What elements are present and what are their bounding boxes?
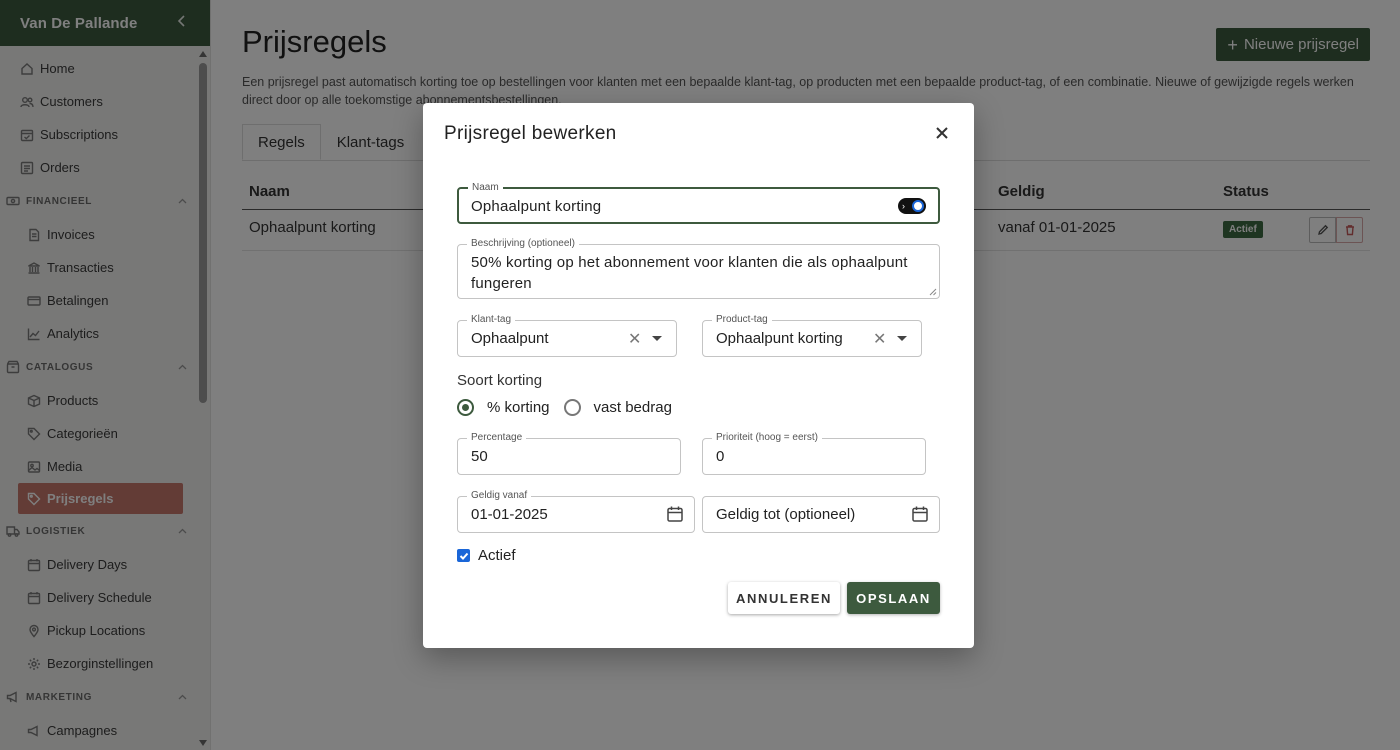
description-field-value: 50% korting op het abonnement voor klant…	[471, 254, 908, 292]
percentage-value: 50	[471, 448, 488, 465]
active-checkbox[interactable]	[457, 549, 470, 562]
product-tag-value: Ophaalpunt korting	[716, 330, 843, 347]
klant-tag-label: Klant-tag	[467, 314, 516, 326]
valid-until-placeholder: Geldig tot (optioneel)	[716, 506, 856, 523]
name-field-value: Ophaalpunt korting	[471, 198, 602, 215]
calendar-icon[interactable]	[911, 505, 929, 523]
valid-until-field[interactable]: Geldig tot (optioneel)	[702, 496, 940, 533]
valid-from-field[interactable]: Geldig vanaf 01-01-2025	[457, 490, 695, 533]
description-field[interactable]: Beschrijving (optioneel) 50% korting op …	[457, 238, 940, 299]
radio-percent[interactable]	[457, 399, 474, 416]
cancel-button[interactable]: ANNULEREN	[728, 582, 840, 614]
dropdown-caret-icon[interactable]	[652, 336, 662, 341]
percentage-field[interactable]: Percentage 50	[457, 432, 681, 475]
product-tag-select[interactable]: Product-tag Ophaalpunt korting ✕	[702, 314, 922, 357]
clear-icon[interactable]: ✕	[873, 329, 886, 349]
priority-field[interactable]: Prioriteit (hoog = eerst) 0	[702, 432, 926, 475]
percentage-label: Percentage	[467, 432, 527, 444]
klant-tag-select[interactable]: Klant-tag Ophaalpunt ✕	[457, 314, 677, 357]
priority-value: 0	[716, 448, 725, 465]
dropdown-caret-icon[interactable]	[897, 336, 907, 341]
valid-from-value: 01-01-2025	[471, 506, 548, 523]
discount-type-label: Soort korting	[457, 372, 543, 389]
dialog-title: Prijsregel bewerken	[444, 123, 617, 144]
calendar-icon[interactable]	[666, 505, 684, 523]
resize-handle-icon[interactable]	[929, 288, 937, 296]
clear-icon[interactable]: ✕	[628, 329, 641, 349]
valid-from-label: Geldig vanaf	[467, 490, 532, 502]
name-field[interactable]: Naam Ophaalpunt korting ›	[457, 182, 940, 224]
radio-fixed-label[interactable]: vast bedrag	[594, 399, 672, 416]
description-field-label: Beschrijving (optioneel)	[467, 238, 579, 250]
save-button[interactable]: OPSLAAN	[847, 582, 940, 614]
discount-type-radio-group: % korting vast bedrag	[457, 399, 686, 416]
active-checkbox-label[interactable]: Actief	[478, 547, 516, 564]
active-checkbox-row: Actief	[457, 547, 516, 564]
klant-tag-value: Ophaalpunt	[471, 330, 549, 347]
product-tag-label: Product-tag	[712, 314, 772, 326]
edit-price-rule-dialog: Prijsregel bewerken Naam Ophaalpunt kort…	[423, 103, 974, 648]
radio-percent-label[interactable]: % korting	[487, 399, 550, 416]
close-icon[interactable]	[932, 123, 952, 143]
priority-label: Prioriteit (hoog = eerst)	[712, 432, 822, 444]
name-field-label: Naam	[468, 182, 503, 194]
radio-fixed[interactable]	[563, 399, 581, 416]
password-manager-icon[interactable]: ›	[898, 198, 926, 214]
